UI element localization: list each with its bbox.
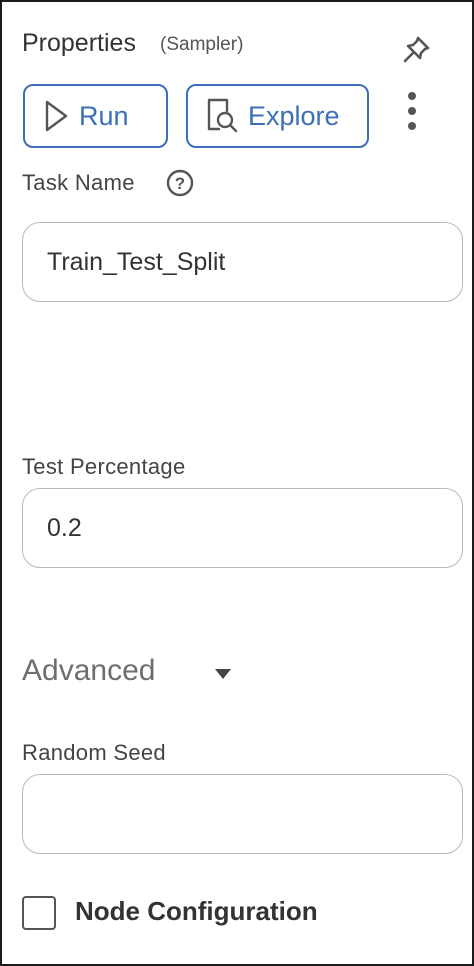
test-percentage-label: Test Percentage	[22, 454, 186, 479]
properties-panel: Properties (Sampler) Run Explore Task Na…	[0, 0, 474, 966]
svg-text:?: ?	[175, 174, 185, 193]
test-percentage-input[interactable]	[22, 488, 463, 568]
run-button[interactable]: Run	[23, 84, 168, 148]
random-seed-input[interactable]	[22, 774, 463, 854]
document-search-icon	[207, 98, 238, 133]
run-button-label: Run	[79, 100, 129, 131]
advanced-section-toggle[interactable]: Advanced	[22, 654, 155, 688]
node-configuration-checkbox[interactable]	[22, 896, 56, 930]
more-options-icon[interactable]	[398, 90, 426, 132]
explore-button[interactable]: Explore	[186, 84, 369, 148]
panel-title: Properties	[22, 29, 136, 57]
question-circle-icon[interactable]: ?	[165, 168, 195, 198]
node-configuration-label: Node Configuration	[75, 896, 318, 926]
task-name-label: Task Name	[22, 170, 135, 195]
pin-icon[interactable]	[398, 32, 434, 68]
random-seed-label: Random Seed	[22, 740, 166, 765]
panel-subtitle: (Sampler)	[160, 34, 244, 55]
caret-down-icon[interactable]	[214, 668, 232, 680]
play-icon	[45, 100, 68, 132]
task-name-input[interactable]	[22, 222, 463, 302]
explore-button-label: Explore	[248, 100, 340, 131]
